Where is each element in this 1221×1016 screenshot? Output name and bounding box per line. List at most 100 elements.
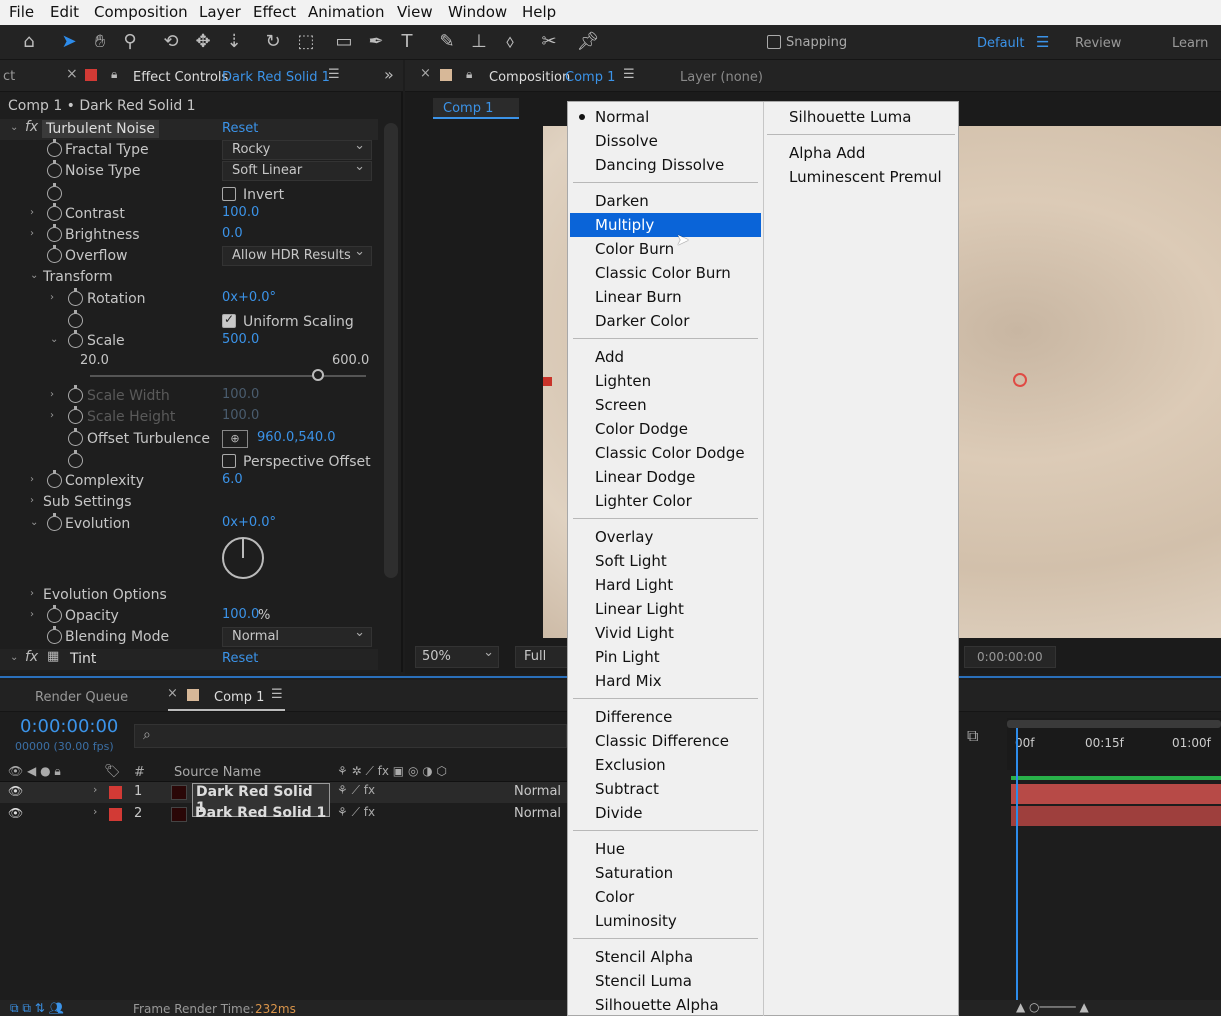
- workspace-default[interactable]: Default: [977, 36, 1025, 51]
- layer-mode[interactable]: Normal: [514, 806, 561, 821]
- expand-icon[interactable]: ›: [30, 228, 34, 239]
- scale[interactable]: ⌄ Scale 500.0: [0, 330, 378, 352]
- blend-mode-silhouette-luma[interactable]: Silhouette Luma: [764, 105, 958, 129]
- noise-type-dropdown[interactable]: Soft Linear: [222, 159, 372, 181]
- stopwatch-icon[interactable]: [47, 139, 62, 157]
- blend-mode-dissolve[interactable]: Dissolve: [570, 129, 761, 153]
- toggle-icons[interactable]: ⧉ ⧉ ⇅ 👥︎: [10, 1001, 64, 1016]
- stopwatch-icon[interactable]: [47, 224, 62, 242]
- perspective-offset[interactable]: Perspective Offset: [0, 450, 378, 472]
- blending-mode-dropdown[interactable]: Normal: [222, 625, 372, 647]
- selection-tool-icon[interactable]: ➤: [56, 29, 82, 55]
- layer-switch-icons[interactable]: ⚘ ⟋ fx: [337, 805, 375, 820]
- type-tool-icon[interactable]: T: [394, 29, 420, 55]
- offset-turbulence-value[interactable]: 960.0,540.0: [257, 430, 336, 445]
- effect-name[interactable]: Turbulent Noise: [42, 120, 159, 138]
- blend-mode-silhouette-alpha[interactable]: Silhouette Alpha: [570, 993, 761, 1016]
- scale-value[interactable]: 500.0: [222, 332, 259, 347]
- collapse-icon[interactable]: ⌄: [10, 122, 18, 133]
- orbit-camera-icon[interactable]: ⟲: [158, 29, 184, 55]
- work-area-bar[interactable]: [1007, 720, 1221, 728]
- hand-tool-icon[interactable]: ✋︎: [87, 29, 113, 55]
- stopwatch-icon[interactable]: [47, 626, 62, 644]
- comp-timecode[interactable]: 0:00:00:00: [964, 646, 1056, 668]
- rotation-value[interactable]: 0x+0.0°: [222, 290, 276, 305]
- stopwatch-icon[interactable]: [68, 385, 83, 403]
- blend-mode-saturation[interactable]: Saturation: [570, 861, 761, 885]
- blend-mode-normal[interactable]: Normal: [570, 105, 761, 129]
- effect-header-tint[interactable]: ⌄ fx ▦ Tint Reset: [0, 649, 378, 670]
- rectangle-tool-icon[interactable]: ▭: [331, 29, 357, 55]
- scale-slider-track[interactable]: [90, 375, 366, 377]
- resolution-dropdown[interactable]: Full: [515, 646, 575, 668]
- current-time[interactable]: 0:00:00:00: [20, 716, 118, 737]
- visibility-eye-icon[interactable]: 👁︎: [8, 784, 23, 798]
- menu-help[interactable]: Help: [522, 0, 556, 21]
- blend-mode-lighten[interactable]: Lighten: [570, 369, 761, 393]
- stopwatch-icon[interactable]: [47, 605, 62, 623]
- layer-row[interactable]: 👁︎ › 1 Dark Red Solid 1 ⚘ ⟋ fx Normal: [0, 782, 567, 817]
- column-source-name[interactable]: Source Name: [174, 765, 261, 780]
- noise-type[interactable]: Noise Type Soft Linear: [0, 159, 378, 182]
- fractal-type-dropdown[interactable]: Rocky: [222, 138, 372, 160]
- blend-mode-overlay[interactable]: Overlay: [570, 525, 761, 549]
- reset-button[interactable]: Reset: [222, 121, 258, 136]
- scale-slider-thumb[interactable]: [311, 369, 324, 381]
- brightness[interactable]: › Brightness 0.0: [0, 224, 378, 246]
- close-tab-icon[interactable]: ×: [167, 686, 178, 701]
- fx-icon[interactable]: fx: [25, 119, 38, 135]
- pan-behind-icon[interactable]: ⬚: [293, 29, 319, 55]
- expand-icon[interactable]: ›: [50, 292, 54, 303]
- stopwatch-icon[interactable]: [68, 288, 83, 306]
- scale-height[interactable]: › Scale Height 100.0: [0, 406, 378, 428]
- stopwatch-icon[interactable]: [47, 203, 62, 221]
- blend-mode-color[interactable]: Color: [570, 885, 761, 909]
- transform-group[interactable]: ⌄ Transform: [0, 267, 378, 288]
- layer-bar-1[interactable]: [1011, 784, 1221, 804]
- stopwatch-icon[interactable]: [47, 513, 62, 531]
- snapping-checkbox[interactable]: [767, 35, 781, 49]
- blend-mode-linear-light[interactable]: Linear Light: [570, 597, 761, 621]
- evolution-options[interactable]: › Evolution Options: [0, 585, 378, 606]
- stopwatch-icon[interactable]: [68, 428, 83, 446]
- position-target-icon[interactable]: ⊕: [222, 430, 248, 448]
- close-tab-icon[interactable]: ×: [420, 66, 431, 81]
- lock-icon[interactable]: 🔒︎: [466, 67, 472, 82]
- expand-icon[interactable]: ›: [30, 495, 34, 506]
- blend-mode-subtract[interactable]: Subtract: [570, 777, 761, 801]
- stopwatch-icon[interactable]: [68, 330, 83, 348]
- blend-mode-linear-burn[interactable]: Linear Burn: [570, 285, 761, 309]
- uniform-scaling-checkbox[interactable]: [222, 312, 236, 328]
- blend-mode-darken[interactable]: Darken: [570, 189, 761, 213]
- expand-icon[interactable]: ›: [93, 783, 97, 796]
- blend-mode-screen[interactable]: Screen: [570, 393, 761, 417]
- home-icon[interactable]: ⌂: [16, 29, 42, 55]
- dolly-camera-icon[interactable]: ⇣: [221, 29, 247, 55]
- blend-mode-color-dodge[interactable]: Color Dodge: [570, 417, 761, 441]
- clone-stamp-icon[interactable]: ⊥: [466, 29, 492, 55]
- offset-turbulence[interactable]: Offset Turbulence ⊕ 960.0,540.0: [0, 428, 378, 450]
- stopwatch-icon[interactable]: [47, 160, 62, 178]
- blend-mode-exclusion[interactable]: Exclusion: [570, 753, 761, 777]
- blend-mode-vivid-light[interactable]: Vivid Light: [570, 621, 761, 645]
- stopwatch-icon[interactable]: [68, 310, 83, 328]
- evolution-value[interactable]: 0x+0.0°: [222, 515, 276, 530]
- layer-switch-icons[interactable]: ⚘ ⟋ fx: [337, 783, 375, 798]
- expand-icon[interactable]: ›: [30, 588, 34, 599]
- layer-mode[interactable]: Normal: [514, 784, 561, 799]
- layer-panel-tab[interactable]: Layer (none): [680, 70, 763, 85]
- blend-mode-soft-light[interactable]: Soft Light: [570, 549, 761, 573]
- blend-mode-dancing-dissolve[interactable]: Dancing Dissolve: [570, 153, 761, 177]
- time-ruler[interactable]: 00f 00:15f 01:00f: [1007, 718, 1221, 770]
- sub-settings[interactable]: › Sub Settings: [0, 492, 378, 513]
- scale-width[interactable]: › Scale Width 100.0: [0, 385, 378, 407]
- brush-tool-icon[interactable]: ✎: [434, 29, 460, 55]
- zoom-slider-icon[interactable]: ▲ ○───── ▲: [1016, 1000, 1089, 1014]
- scale-slider[interactable]: 20.0 600.0: [0, 352, 378, 386]
- blend-mode-classic-color-dodge[interactable]: Classic Color Dodge: [570, 441, 761, 465]
- expand-icon[interactable]: ›: [50, 410, 54, 421]
- opacity[interactable]: › Opacity 100.0%: [0, 605, 378, 627]
- layer-bar-2[interactable]: [1011, 806, 1221, 826]
- expand-icon[interactable]: ›: [30, 609, 34, 620]
- expand-icon[interactable]: ›: [93, 805, 97, 818]
